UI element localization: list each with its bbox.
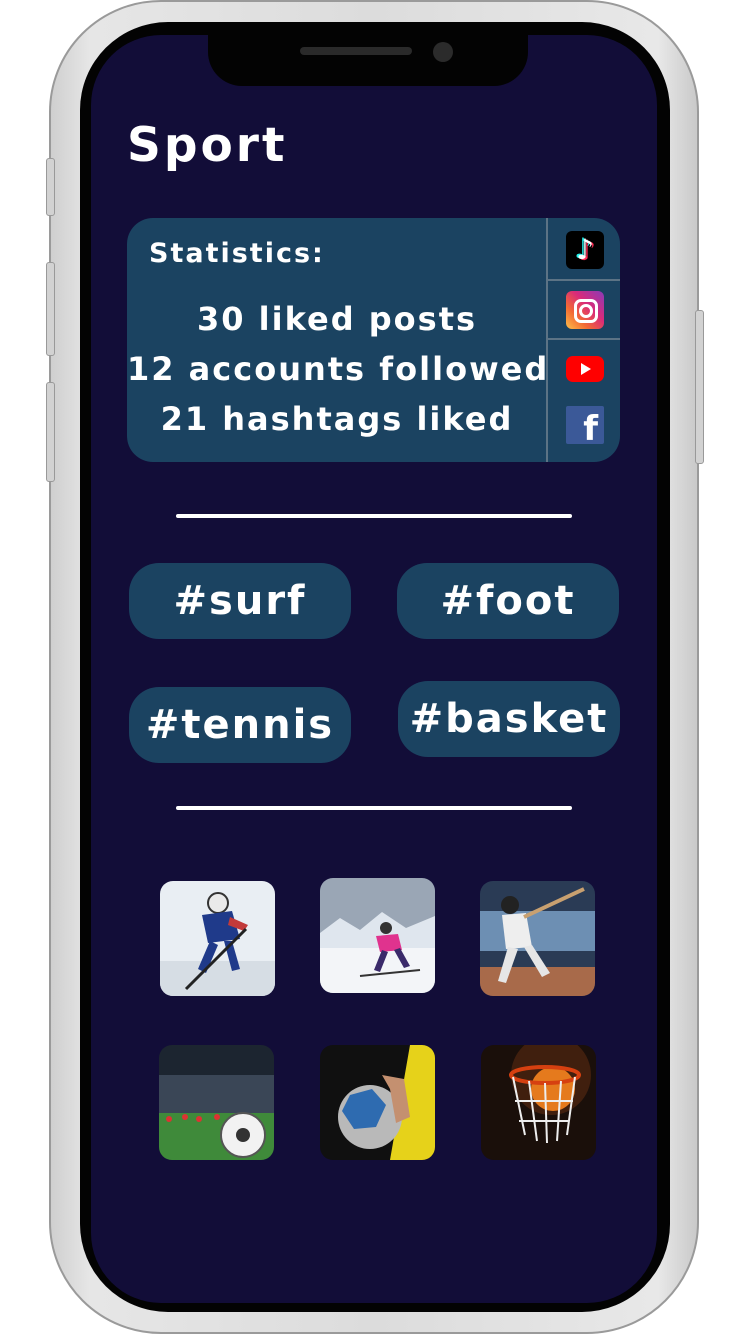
mute-switch [46,158,55,216]
hashtag-basket[interactable]: #basket [398,681,620,757]
volume-down-button [46,382,55,482]
section-divider [176,514,572,518]
facebook-icon[interactable]: f [566,406,604,444]
social-divider [548,279,620,281]
gallery-image-basketball-hoop[interactable] [481,1045,596,1160]
hashtag-surf[interactable]: #surf [129,563,351,639]
hashtag-tennis[interactable]: #tennis [129,687,351,763]
hashtag-foot[interactable]: #foot [397,563,619,639]
gallery-image-skiing[interactable] [320,878,435,993]
volume-up-button [46,262,55,356]
stat-hashtags-liked: 21 hashtags liked [160,400,514,438]
statistics-card: Statistics: 30 liked posts 12 accounts f… [127,218,620,462]
page-title: Sport [127,118,288,173]
stat-liked-posts: 30 liked posts [196,300,478,338]
statistics-lines: 30 liked posts 12 accounts followed 21 h… [127,294,547,444]
power-button [695,310,704,464]
gallery-image-baseball[interactable] [480,881,595,996]
statistics-label: Statistics: [149,238,325,269]
section-divider [176,806,572,810]
instagram-icon[interactable] [566,291,604,329]
front-camera [433,42,453,62]
social-divider [548,338,620,340]
youtube-icon[interactable] [566,356,604,382]
speaker-grille [300,47,412,55]
social-sources: ♪ f [546,218,620,462]
gallery-image-football-stadium[interactable] [159,1045,274,1160]
tiktok-icon[interactable]: ♪ [566,231,604,269]
gallery-image-handball[interactable] [320,1045,435,1160]
stat-accounts-followed: 12 accounts followed [127,350,550,388]
gallery-image-ice-hockey[interactable] [160,881,275,996]
